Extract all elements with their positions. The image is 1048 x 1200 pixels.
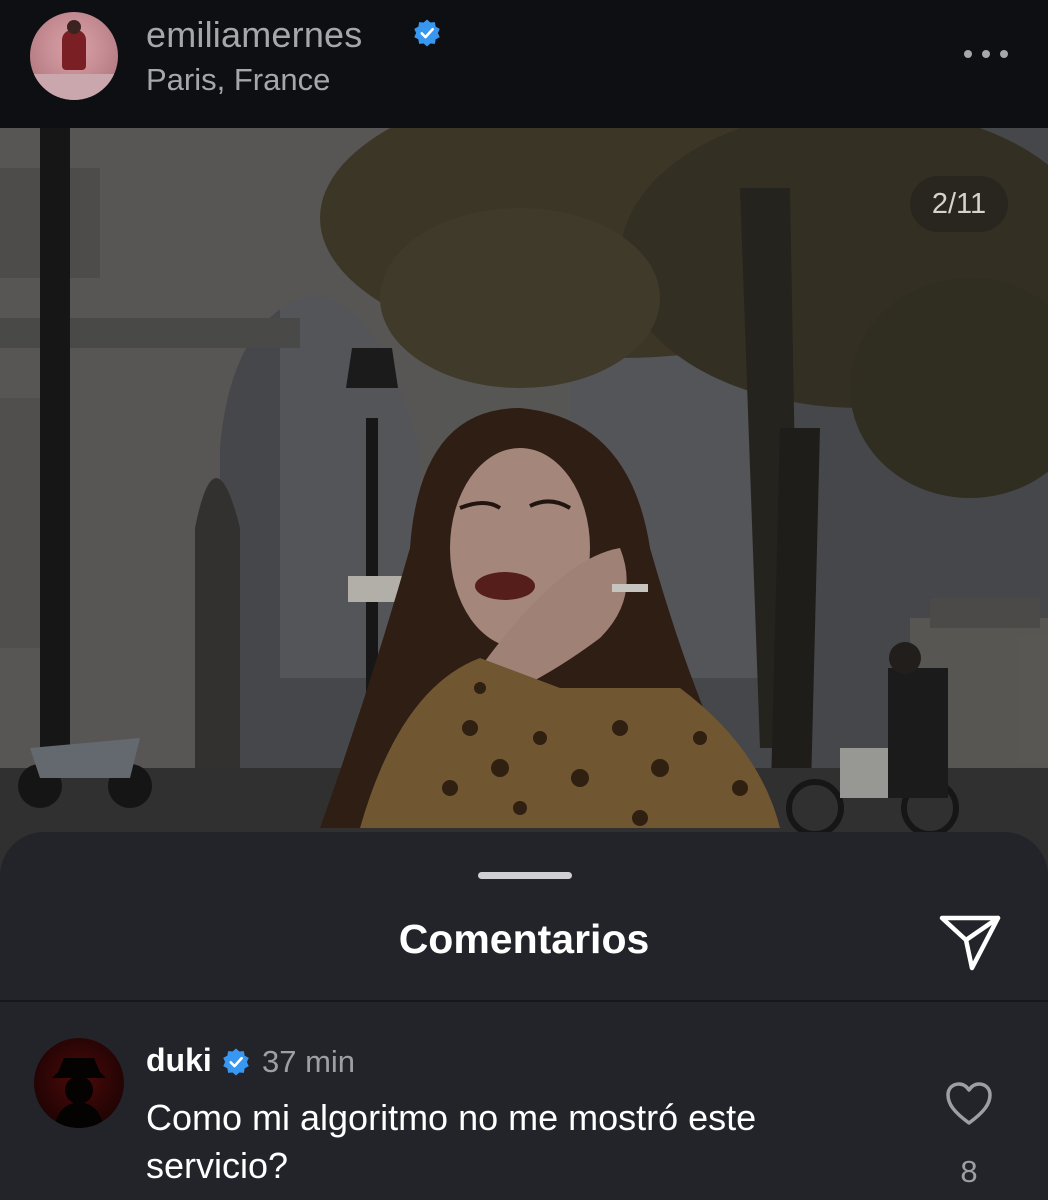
like-count: 8: [960, 1154, 978, 1189]
avatar-silhouette-icon: [52, 1058, 106, 1128]
sheet-title: Comentarios: [398, 916, 650, 962]
more-dot-icon: [982, 50, 990, 58]
avatar-figure: [62, 30, 86, 70]
image-counter-badge: 2/11: [910, 176, 1008, 232]
profile-avatar[interactable]: [30, 12, 118, 100]
more-dot-icon: [964, 50, 972, 58]
commenter-username[interactable]: duki: [146, 1042, 212, 1079]
verified-badge-icon: [414, 19, 440, 47]
post-location[interactable]: Paris, France: [146, 62, 330, 98]
post-username[interactable]: emiliamernes: [146, 14, 362, 56]
paper-plane-icon[interactable]: [936, 908, 1004, 976]
more-options-button[interactable]: [956, 36, 1016, 72]
comment-text: Como mi algoritmo no me mostró este serv…: [146, 1097, 757, 1186]
post-header: emiliamernes Paris, France: [0, 0, 1048, 128]
heart-outline-icon[interactable]: [944, 1080, 994, 1128]
commenter-avatar[interactable]: [34, 1038, 124, 1128]
photo-illustration: [0, 128, 1048, 888]
verified-badge-icon: [223, 1048, 249, 1076]
more-dot-icon: [1000, 50, 1008, 58]
comment-timestamp: 37 min: [262, 1044, 356, 1079]
sheet-divider: [0, 1000, 1048, 1002]
comments-sheet: Comentarios duki 37 min Como mi algoritm…: [0, 832, 1048, 1200]
post-photo[interactable]: 2/11: [0, 128, 1048, 888]
sheet-drag-handle[interactable]: [478, 872, 572, 879]
avatar-background: [30, 74, 118, 100]
avatar-head: [67, 20, 81, 34]
